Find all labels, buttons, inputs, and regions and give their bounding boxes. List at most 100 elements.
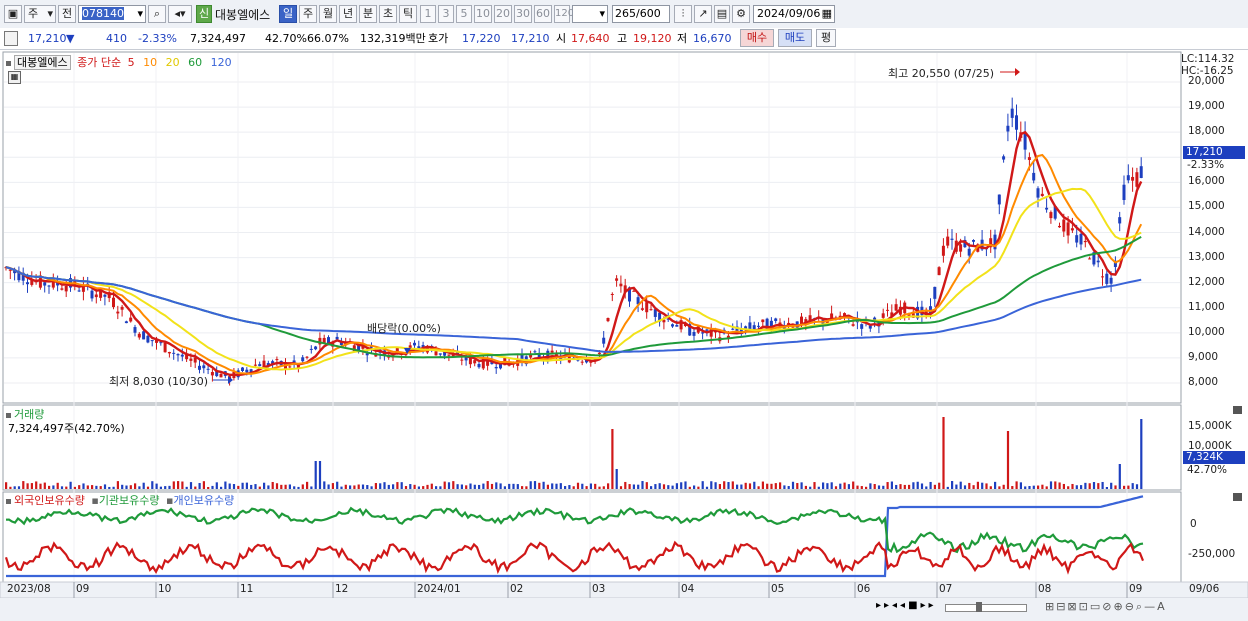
candle-body [615,278,619,281]
candle-body [413,342,416,346]
gear-icon[interactable]: ⚙ [732,5,750,23]
buy-button[interactable]: 매수 [740,29,774,47]
table-icon[interactable]: ▦ [8,71,21,84]
volume-bar [817,486,820,489]
volume-bar [374,483,377,489]
chart-menu-icon[interactable]: ▣ [4,5,22,23]
stock-name: 대봉엘에스 [215,8,271,22]
volume-bar [22,481,25,489]
volume-bar [632,484,635,489]
candle-body [675,325,679,327]
minute-option-1[interactable]: 1 [420,5,436,23]
volume-bar [400,482,403,489]
stock-tag[interactable]: 대봉엘에스 [14,55,71,70]
holding-legend: 외국인보유수량 ▪기관보유수량 ▪개인보유수량 [6,492,234,508]
foreign-holding-label[interactable]: 외국인보유수량 [14,494,85,507]
scrollbar-track[interactable] [945,602,1027,612]
minute-option-20[interactable]: 20 [494,5,512,23]
legend-handle-icon[interactable] [6,60,11,66]
count-input[interactable]: 265/600 [612,5,670,23]
market-type-select[interactable]: 주 ▾ [24,5,56,23]
volume-bar [946,486,949,489]
holding-panel-close-icon[interactable] [1233,493,1242,501]
scrollbar-thumb[interactable] [976,602,982,612]
chart-svg[interactable] [0,50,1248,621]
ma20-label[interactable]: 20 [166,56,180,69]
period-week[interactable]: 주 [299,5,317,23]
volume-bar [275,483,279,489]
ma5-label[interactable]: 5 [128,56,135,69]
volume-bar [430,483,433,489]
volume-bar [129,485,132,489]
minute-option-30[interactable]: 30 [514,5,532,23]
stock-code-value: 078140 [82,7,124,20]
x-axis-bar [0,581,1248,599]
ma10-label[interactable]: 10 [143,56,157,69]
volume-bar [490,483,494,489]
volume-panel-close-icon[interactable] [1233,406,1242,414]
date-input[interactable]: 2024/09/06 ▦ [753,5,835,23]
x-tick-label: 2024/01 [417,583,461,595]
stock-code-input[interactable]: 078140 ▾ [78,5,146,23]
legend-handle-icon[interactable] [6,412,11,418]
volume-bar [714,482,717,489]
candle-icon[interactable]: ⫶ [674,5,692,23]
ma120-label[interactable]: 120 [211,56,232,69]
volume-bar [349,485,352,489]
ma60-label[interactable]: 60 [188,56,202,69]
minute-option-10[interactable]: 10 [474,5,492,23]
volume-bar [602,486,605,489]
candle-body [1135,172,1139,187]
custom-period-input[interactable]: ▾ [572,5,608,23]
volume-bar [619,486,623,489]
volume-bar [108,486,111,489]
volume-bar [611,429,614,489]
search-icon[interactable]: ⌕ [148,5,166,23]
period-minute[interactable]: 분 [359,5,377,23]
volume-bar [254,484,257,489]
save-icon[interactable]: ▤ [714,5,730,23]
volume-bar [361,484,365,489]
draw-tool-icon[interactable]: ↗ [694,5,712,23]
minute-option-120[interactable]: 120 [554,5,574,23]
trade-amount: 132,319백만 [360,32,426,45]
candle-body [116,311,120,314]
period-month[interactable]: 월 [319,5,337,23]
sound-icon[interactable]: ◂▾ [168,5,192,23]
volume-bar [271,481,274,489]
institution-holding-label[interactable]: 기관보유수량 [99,494,160,507]
candle-body [1006,125,1010,132]
x-tick-label: 08 [1038,583,1052,595]
scroll-buttons[interactable]: ▸▸◂◂■▸▸ [876,600,936,614]
legend-handle-icon[interactable] [6,498,11,504]
volume-bar [473,484,476,489]
candle-body [77,290,81,292]
sell-button[interactable]: 매도 [778,29,812,47]
low-label: 저 [677,32,688,45]
minute-option-5[interactable]: 5 [456,5,472,23]
tool-icons[interactable]: ⊞⊟⊠⊡▭⊘⊕⊖⌕—A [1045,600,1167,614]
volume-bar [86,485,89,489]
volume-bar [314,461,317,489]
legend-prefix: 종가 단순 [77,56,122,69]
period-year[interactable]: 년 [339,5,357,23]
candle-body [434,351,438,356]
minute-option-3[interactable]: 3 [438,5,454,23]
minute-option-60[interactable]: 60 [534,5,552,23]
eval-button[interactable]: 평 [816,29,836,47]
candle-body [180,354,184,357]
candle-body [133,327,137,333]
individual-holding-label[interactable]: 개인보유수량 [174,494,235,507]
candle-body [241,367,244,371]
candle-body [176,354,180,356]
candle-body [748,322,752,330]
period-tick[interactable]: 틱 [399,5,417,23]
last-price-pct: -2.33% [1187,159,1225,171]
x-tick-label: 05 [771,583,785,595]
x-tick-label: 09/06 [1189,583,1220,595]
period-second[interactable]: 초 [379,5,397,23]
quote-menu-icon[interactable] [4,31,18,46]
volume-bar [718,484,721,489]
period-day[interactable]: 일 [279,5,297,23]
prev-button[interactable]: 전 [58,5,76,23]
